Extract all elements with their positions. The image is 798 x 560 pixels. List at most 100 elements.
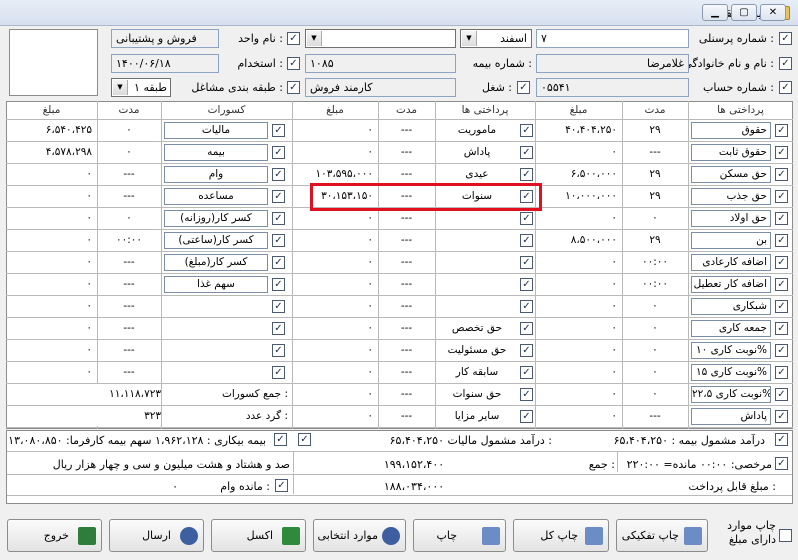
print-detail-button[interactable]: چاپ تفکیکی: [616, 519, 708, 552]
payment2-checkbox[interactable]: ✓: [520, 410, 533, 423]
payment-checkbox[interactable]: ✓: [775, 146, 788, 159]
payment2-checkbox[interactable]: ✓: [520, 300, 533, 313]
loan-balance-checkbox[interactable]: ✓: [275, 479, 288, 492]
header-amount-2: مبلغ: [326, 104, 344, 116]
payment2-checkbox[interactable]: ✓: [520, 168, 533, 181]
payment2-days: ---: [400, 322, 413, 334]
print-button[interactable]: چاپ: [413, 519, 506, 552]
print-by-amount-checkbox[interactable]: [779, 529, 792, 542]
deduction-amount: ۰: [86, 190, 92, 202]
print-all-button[interactable]: چاپ کل: [513, 519, 609, 552]
deduction-amount: ۰: [86, 234, 92, 246]
deduction-checkbox[interactable]: ✓: [272, 212, 285, 225]
payment2-days: ---: [400, 278, 413, 290]
payment2-amount: ۰: [367, 146, 373, 158]
payment2-amount: ۰: [367, 322, 373, 334]
payment-label: نوبت کاری ۱۰%: [691, 342, 771, 359]
unemployment-checkbox[interactable]: ✓: [274, 433, 287, 446]
sum-value: ۱۹۹،۱۵۲،۴۰۰: [383, 458, 445, 471]
payment-checkbox[interactable]: ✓: [775, 124, 788, 137]
send-icon: [180, 527, 198, 545]
job-class-checkbox[interactable]: ✓: [287, 81, 300, 94]
payment-checkbox[interactable]: ✓: [775, 344, 788, 357]
fullname-field: غلامرضا: [536, 54, 689, 73]
payment2-label: ماموریت: [457, 124, 497, 136]
maximize-button[interactable]: ▢: [731, 4, 757, 21]
chevron-down-icon: ▼: [307, 31, 322, 46]
payment-checkbox[interactable]: ✓: [775, 256, 788, 269]
job-label: شغل :: [481, 81, 512, 94]
payment2-checkbox[interactable]: ✓: [520, 278, 533, 291]
deduction-checkbox[interactable]: ✓: [272, 366, 285, 379]
payment-checkbox[interactable]: ✓: [775, 168, 788, 181]
payment-checkbox[interactable]: ✓: [775, 190, 788, 203]
deduction-checkbox[interactable]: ✓: [272, 322, 285, 335]
insurable-checkbox[interactable]: ✓: [298, 433, 311, 446]
payment2-checkbox[interactable]: ✓: [520, 366, 533, 379]
payment2-checkbox[interactable]: ✓: [520, 322, 533, 335]
rounding-label: گرد عدد :: [245, 410, 288, 422]
send-button[interactable]: ارسال: [109, 519, 204, 552]
payment-checkbox[interactable]: ✓: [775, 278, 788, 291]
payment-label: پاداش: [691, 408, 771, 425]
month-select[interactable]: ▼ اسفند: [460, 29, 532, 48]
payment2-amount: ۰: [367, 388, 373, 400]
account-no-checkbox[interactable]: ✓: [779, 81, 792, 94]
payment-label: شبکاری: [691, 298, 771, 315]
deduction-days: ---: [123, 256, 135, 268]
year-select[interactable]: ▼: [305, 29, 456, 48]
payment2-checkbox[interactable]: ✓: [520, 344, 533, 357]
payment-label: حقوق ثابت: [691, 144, 771, 161]
taxable-checkbox[interactable]: ✓: [775, 433, 788, 446]
payment2-checkbox[interactable]: ✓: [520, 212, 533, 225]
deduction-label: کسر کار(روزانه): [164, 210, 268, 227]
deduction-checkbox[interactable]: ✓: [272, 278, 285, 291]
payment-checkbox[interactable]: ✓: [775, 366, 788, 379]
payment-checkbox[interactable]: ✓: [775, 212, 788, 225]
deduction-checkbox[interactable]: ✓: [272, 344, 285, 357]
payment-checkbox[interactable]: ✓: [775, 410, 788, 423]
payment-checkbox[interactable]: ✓: [775, 322, 788, 335]
deduction-checkbox[interactable]: ✓: [272, 190, 285, 203]
deduction-checkbox[interactable]: ✓: [272, 124, 285, 137]
personnel-no-checkbox[interactable]: ✓: [779, 32, 792, 45]
personnel-no-field[interactable]: ۷: [536, 29, 689, 48]
exit-button[interactable]: خروج: [7, 519, 102, 552]
deduction-checkbox[interactable]: ✓: [272, 146, 285, 159]
unit-checkbox[interactable]: ✓: [287, 32, 300, 45]
payment-days: ۰: [652, 388, 658, 400]
excel-button[interactable]: اکسل: [211, 519, 306, 552]
deduction-checkbox[interactable]: ✓: [272, 234, 285, 247]
payment2-amount: ۱۰۳،۵۹۵،۰۰۰: [315, 168, 373, 180]
deduction-checkbox[interactable]: ✓: [272, 256, 285, 269]
payment2-checkbox[interactable]: ✓: [520, 124, 533, 137]
job-class-label: طبقه بندی مشاغل :: [191, 81, 283, 94]
deduction-checkbox[interactable]: ✓: [272, 300, 285, 313]
hire-date-checkbox[interactable]: ✓: [287, 57, 300, 70]
deduction-label: [164, 342, 268, 359]
header-days-3: مدت: [118, 104, 140, 116]
deduction-checkbox[interactable]: ✓: [272, 168, 285, 181]
payment2-checkbox[interactable]: ✓: [520, 388, 533, 401]
job-class-select[interactable]: ▼ طبقه ۱: [111, 78, 171, 97]
payment-label: اضافه کار تعطیل: [691, 276, 771, 293]
payment-checkbox[interactable]: ✓: [775, 300, 788, 313]
account-no-label: شماره حساب :: [702, 81, 774, 94]
payment-checkbox[interactable]: ✓: [775, 234, 788, 247]
payment2-checkbox[interactable]: ✓: [520, 146, 533, 159]
close-button[interactable]: ✕: [760, 4, 786, 21]
payment2-checkbox[interactable]: ✓: [520, 234, 533, 247]
payment-days: ۲۹: [649, 168, 661, 180]
payment2-days: ---: [400, 344, 413, 356]
minimize-button[interactable]: ▁: [702, 4, 728, 21]
payment-checkbox[interactable]: ✓: [775, 388, 788, 401]
selected-items-button[interactable]: موارد انتخابی: [313, 519, 406, 552]
job-checkbox[interactable]: ✓: [517, 81, 530, 94]
leave-checkbox[interactable]: ✓: [775, 457, 788, 470]
payment2-checkbox[interactable]: ✓: [520, 256, 533, 269]
payment-days: ۰: [652, 344, 658, 356]
header-payments-2: پرداختی ها: [461, 104, 509, 116]
payment-label: نوبت کاری ۲۲،۵%: [691, 386, 771, 403]
fullname-checkbox[interactable]: ✓: [779, 57, 792, 70]
payment-amount: ۰: [611, 322, 617, 334]
